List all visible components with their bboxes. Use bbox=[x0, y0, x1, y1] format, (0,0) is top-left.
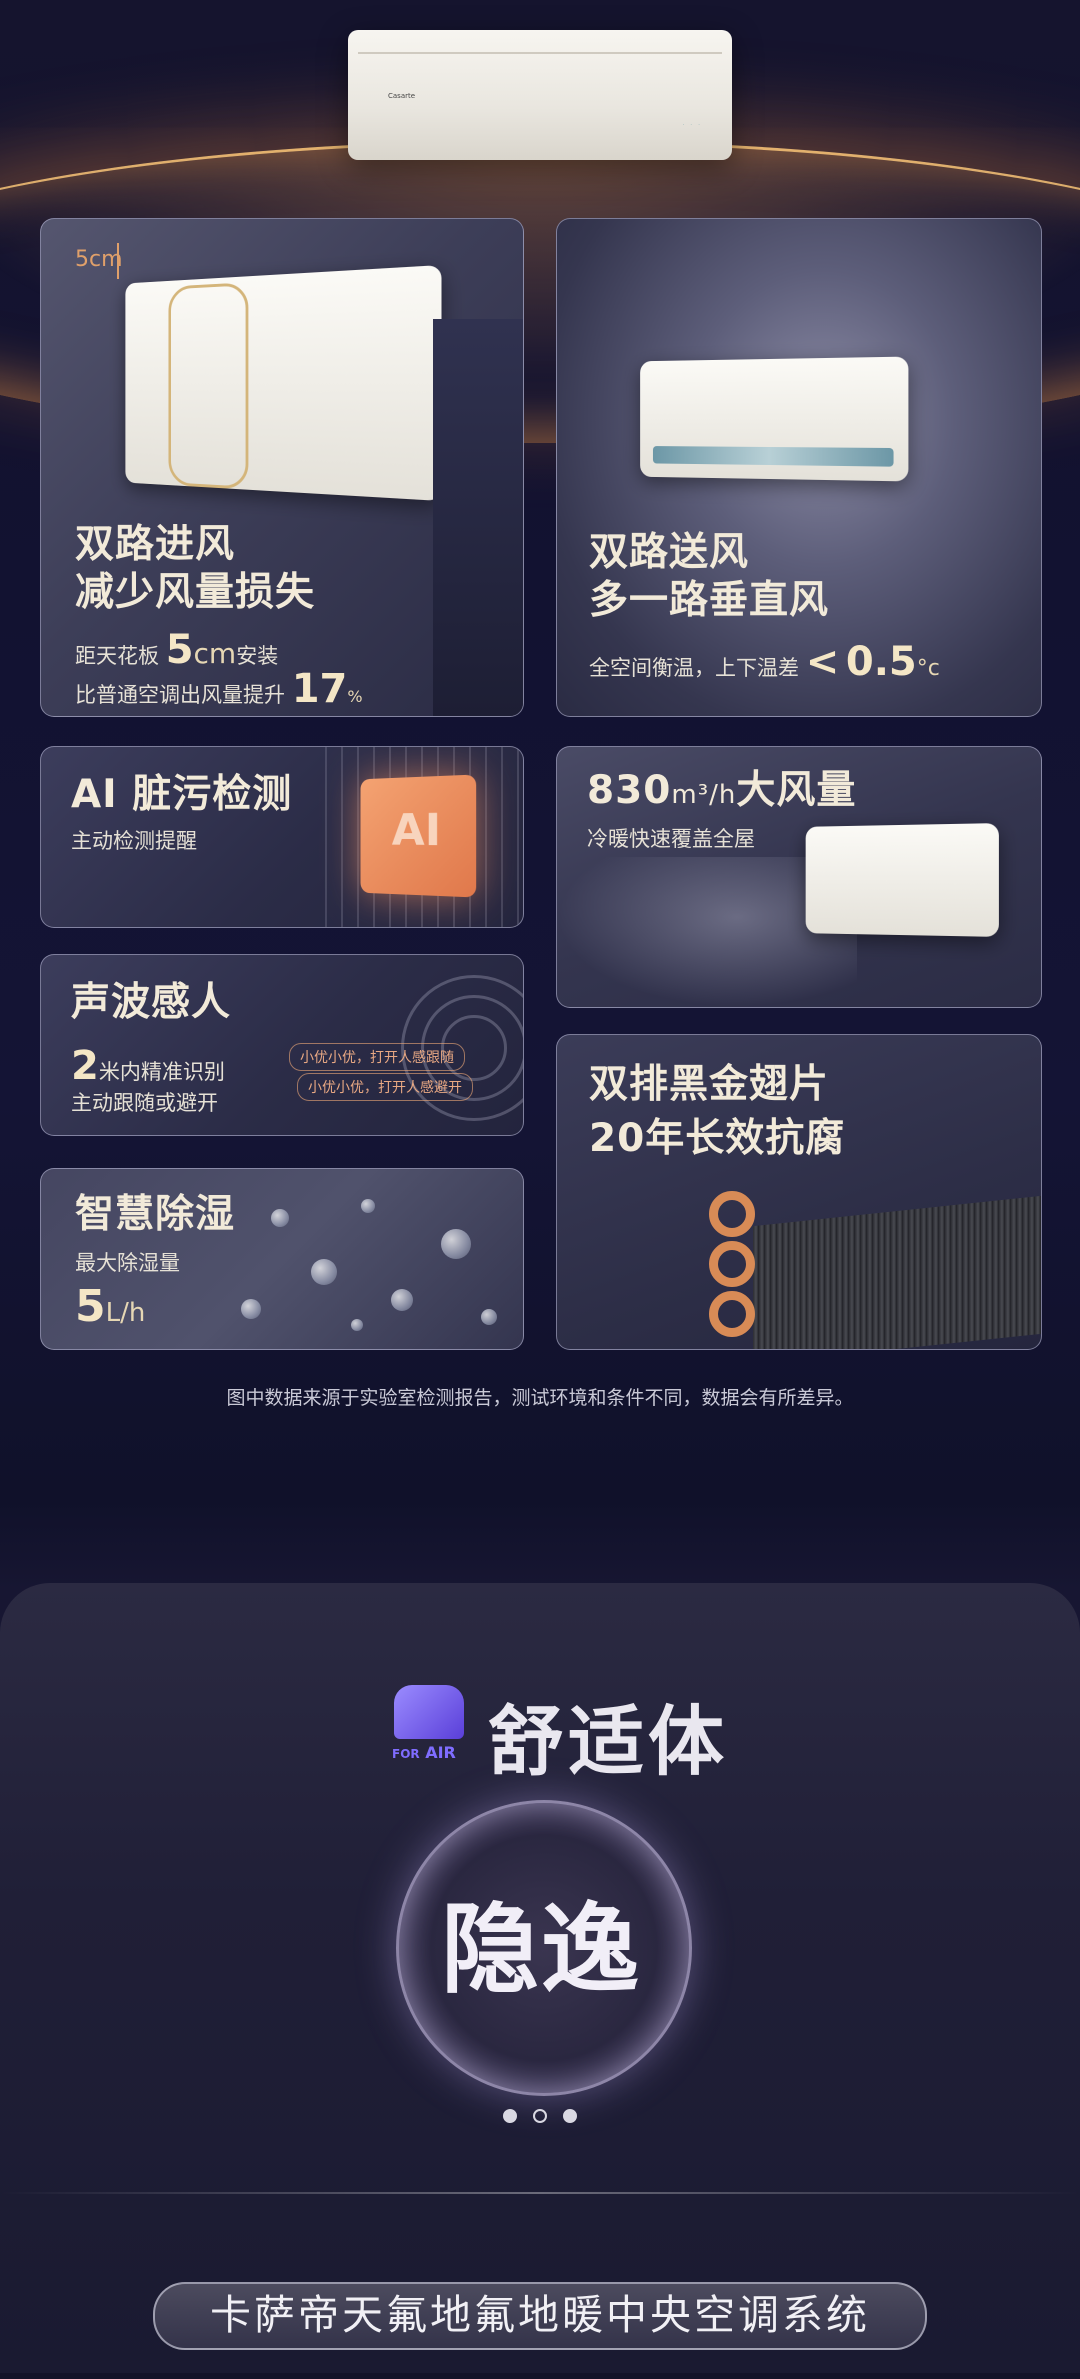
ac-panel-line bbox=[358, 52, 722, 54]
feature-card-dehumidify: 智慧除湿 最大除湿量 5L/h bbox=[40, 1168, 524, 1350]
stat-prefix: 距天花板 bbox=[75, 644, 159, 668]
ac-unit-image bbox=[125, 264, 442, 502]
card-title-line2: 多一路垂直风 bbox=[589, 578, 830, 623]
copper-pipe bbox=[709, 1291, 755, 1337]
water-droplet bbox=[351, 1319, 363, 1331]
stat-unit: % bbox=[347, 687, 363, 706]
stat-prefix: 比普通空调出风量提升 bbox=[75, 683, 285, 707]
chip-label: AI bbox=[391, 804, 442, 857]
card-stat-line2: 主动跟随或避开 bbox=[71, 1091, 218, 1115]
ai-logo-icon bbox=[394, 1685, 464, 1739]
card-title-line2: 20年长效抗腐 bbox=[589, 1116, 846, 1161]
card-stat-line1: 2米内精准识别 bbox=[71, 1043, 225, 1089]
card-title-line1: 双路送风 bbox=[589, 530, 750, 575]
voice-command-bubble: 小优小优，打开人感跟随 bbox=[289, 1043, 465, 1071]
data-source-disclaimer: 图中数据来源于实验室检测报告，测试环境和条件不同，数据会有所差异。 bbox=[226, 1387, 854, 1409]
stat-value: 5 bbox=[75, 1281, 106, 1332]
water-droplet bbox=[441, 1229, 471, 1259]
airflow-text: 大风量 bbox=[736, 768, 857, 813]
size-tag: 5cm bbox=[75, 247, 123, 272]
feature-orb-label: 隐逸 bbox=[440, 1893, 641, 2007]
airflow-unit: m³/h bbox=[671, 780, 737, 810]
heat-exchanger-fins-image bbox=[753, 1195, 1041, 1349]
feature-card-dual-outlet: 双路送风 多一路垂直风 全空间衡温，上下温差 < 0.5°c bbox=[556, 218, 1042, 717]
card-subtitle: 主动检测提醒 bbox=[71, 829, 197, 853]
ac-vent-grille bbox=[652, 446, 894, 467]
card-title: 830m³/h大风量 bbox=[587, 767, 856, 819]
stat-value: 2 bbox=[71, 1043, 99, 1089]
comfort-title: 舒适体 bbox=[488, 1697, 728, 1786]
hero-ac-image: Casarte · · · bbox=[348, 30, 732, 160]
card-stat-line: 全空间衡温，上下温差 < 0.5°c bbox=[589, 639, 940, 685]
carousel-dot-3[interactable] bbox=[563, 2109, 577, 2123]
stat-unit: °c bbox=[916, 656, 940, 681]
feature-card-airflow: 830m³/h大风量 冷暖快速覆盖全屋 bbox=[556, 746, 1042, 1008]
carousel-dot-1[interactable] bbox=[503, 2109, 517, 2123]
copper-pipe bbox=[709, 1191, 755, 1237]
system-label-pill: 卡萨帝天氟地氟地暖中央空调系统 bbox=[153, 2282, 927, 2350]
stat-suffix: 安装 bbox=[236, 644, 279, 668]
section-divider bbox=[0, 2192, 1080, 2194]
water-droplet bbox=[391, 1289, 413, 1311]
ai-for-air-logo: FOR AIR bbox=[392, 1685, 472, 1765]
wall-panel bbox=[433, 319, 523, 716]
stat-prefix: 全空间衡温，上下温差 bbox=[589, 656, 799, 680]
logo-for: FOR bbox=[392, 1747, 420, 1761]
ceiling-bracket-line bbox=[117, 243, 119, 279]
feature-card-dual-intake: 5cm 双路进风 减少风量损失 距天花板 5cm安装 比普通空调出风量提升 17… bbox=[40, 218, 524, 717]
feature-card-ai-dirt-detection: AI AI 脏污检测 主动检测提醒 bbox=[40, 746, 524, 928]
card-title-line2: 减少风量损失 bbox=[75, 570, 316, 615]
product-page: Casarte · · · 5cm 双路进风 减少风量损失 距天花板 5cm安装… bbox=[0, 0, 1080, 2379]
carousel-pagination bbox=[0, 2108, 1080, 2127]
ac-brand-logo: Casarte bbox=[388, 92, 416, 100]
stat-symbol: < bbox=[805, 639, 840, 685]
voice-command-bubble: 小优小优，打开人感避开 bbox=[297, 1073, 473, 1101]
airflow-value: 830 bbox=[587, 768, 672, 813]
water-droplet bbox=[361, 1199, 375, 1213]
water-droplet bbox=[311, 1259, 337, 1285]
water-droplet bbox=[241, 1299, 261, 1319]
gold-trim-decoration bbox=[168, 282, 249, 490]
ac-unit-image bbox=[640, 356, 909, 482]
feature-card-sonic-sensing: 声波感人 2米内精准识别 主动跟随或避开 小优小优，打开人感跟随 小优小优，打开… bbox=[40, 954, 524, 1136]
stat-value: 0.5 bbox=[845, 639, 917, 685]
card-subtitle: 最大除湿量 bbox=[75, 1251, 180, 1275]
card-title: 声波感人 bbox=[71, 980, 232, 1025]
ac-indicator-lights: · · · bbox=[682, 122, 702, 129]
stat-unit: L/h bbox=[105, 1298, 146, 1328]
copper-pipe bbox=[709, 1241, 755, 1287]
card-title: AI 脏污检测 bbox=[71, 772, 293, 817]
logo-text: FOR AIR bbox=[392, 1743, 456, 1762]
water-droplet bbox=[481, 1309, 497, 1325]
stat-value: 17 bbox=[291, 666, 348, 712]
card-title-line1: 双排黑金翅片 bbox=[589, 1062, 830, 1107]
card-title: 智慧除湿 bbox=[75, 1192, 236, 1237]
logo-air: AIR bbox=[425, 1743, 456, 1762]
ai-chip-image: AI bbox=[360, 774, 477, 898]
feature-card-fins: 双排黑金翅片 20年长效抗腐 bbox=[556, 1034, 1042, 1350]
card-stat-line2: 比普通空调出风量提升 17% bbox=[75, 666, 363, 712]
water-droplet bbox=[271, 1209, 289, 1227]
stat-text: 米内精准识别 bbox=[98, 1060, 225, 1084]
carousel-dot-2[interactable] bbox=[533, 2109, 547, 2123]
card-stat: 5L/h bbox=[75, 1281, 145, 1332]
ac-unit-image bbox=[805, 823, 999, 937]
card-title-line1: 双路进风 bbox=[75, 522, 236, 567]
card-subtitle: 冷暖快速覆盖全屋 bbox=[587, 827, 755, 851]
